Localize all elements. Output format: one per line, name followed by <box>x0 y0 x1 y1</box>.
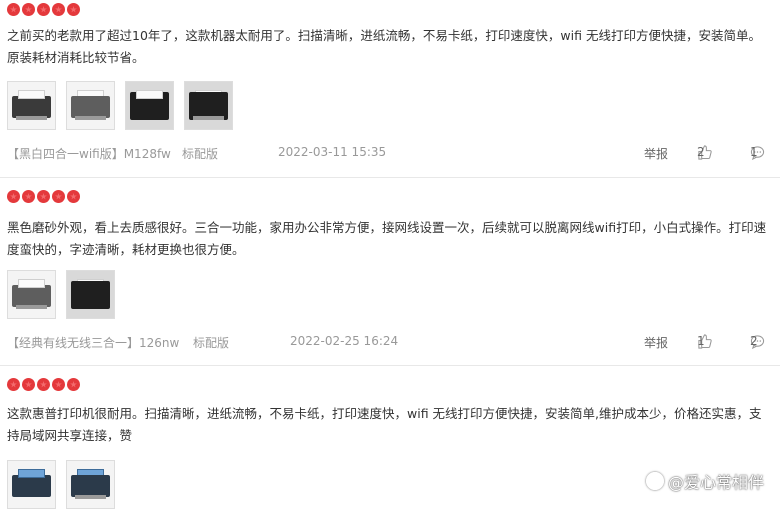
review-date: 2022-03-11 15:35 <box>278 145 387 159</box>
star-icon <box>22 3 35 16</box>
like-count: 1 <box>697 334 705 348</box>
like-count: 2 <box>697 145 705 159</box>
star-icon <box>7 378 20 391</box>
review-meta: 【经典有线无线三合一】126nw 标配版 2022-02-25 16:24 举报… <box>7 334 780 352</box>
star-icon <box>37 3 50 16</box>
star-icon <box>22 378 35 391</box>
star-icon <box>52 378 65 391</box>
review-photo-thumbnail[interactable] <box>66 81 115 130</box>
star-icon <box>37 190 50 203</box>
package-label: 标配版 <box>182 147 219 161</box>
review-thumbnails <box>7 460 115 509</box>
review-photo-thumbnail[interactable] <box>7 460 56 509</box>
reply-count: 2 <box>750 334 758 348</box>
review-text: 这款惠普打印机很耐用。扫描清晰，进纸流畅，不易卡纸，打印速度快，wifi 无线打… <box>7 406 762 443</box>
star-icon <box>7 3 20 16</box>
product-variant: 【经典有线无线三合一】126nw <box>7 336 180 350</box>
star-icon <box>37 378 50 391</box>
watermark-logo-icon <box>645 472 664 490</box>
review-date: 2022-02-25 16:24 <box>290 334 399 348</box>
reply-count: 1 <box>750 145 758 159</box>
product-variant: 【黑白四合一wifi版】M128fw <box>7 147 171 161</box>
review-item: 之前买的老款用了超过10年了，这款机器太耐用了。扫描清晰，进纸流畅，不易卡纸，打… <box>0 0 780 178</box>
rating-stars <box>7 3 80 17</box>
star-icon <box>67 3 80 16</box>
review-text: 黑色磨砂外观，看上去质感很好。三合一功能，家用办公非常方便，接网线设置一次，后续… <box>7 220 767 257</box>
review-item: 黑色磨砂外观，看上去质感很好。三合一功能，家用办公非常方便，接网线设置一次，后续… <box>0 178 780 366</box>
like-button[interactable]: 1 <box>697 334 712 349</box>
review-photo-thumbnail[interactable] <box>184 81 233 130</box>
review-photo-thumbnail[interactable] <box>125 81 174 130</box>
review-thumbnails <box>7 270 115 319</box>
star-icon <box>52 3 65 16</box>
rating-stars <box>7 190 80 204</box>
star-icon <box>67 190 80 203</box>
like-button[interactable]: 2 <box>697 145 712 160</box>
star-icon <box>67 378 80 391</box>
package-label: 标配版 <box>193 336 230 350</box>
review-meta: 【黑白四合一wifi版】M128fw 标配版 2022-03-11 15:35 … <box>7 145 780 163</box>
star-icon <box>7 190 20 203</box>
rating-stars <box>7 378 80 392</box>
report-link[interactable]: 举报 <box>644 334 668 351</box>
report-link[interactable]: 举报 <box>644 145 668 162</box>
star-icon <box>52 190 65 203</box>
star-icon <box>22 190 35 203</box>
review-thumbnails <box>7 81 233 130</box>
reply-button[interactable]: 2 <box>750 334 765 349</box>
review-photo-thumbnail[interactable] <box>66 270 115 319</box>
reply-button[interactable]: 1 <box>750 145 765 160</box>
watermark-text: @爱心常相伴 <box>667 473 764 492</box>
review-photo-thumbnail[interactable] <box>7 81 56 130</box>
review-photo-thumbnail[interactable] <box>66 460 115 509</box>
review-text: 之前买的老款用了超过10年了，这款机器太耐用了。扫描清晰，进纸流畅，不易卡纸，打… <box>7 28 761 65</box>
watermark: @爱心常相伴 <box>645 469 764 493</box>
review-photo-thumbnail[interactable] <box>7 270 56 319</box>
